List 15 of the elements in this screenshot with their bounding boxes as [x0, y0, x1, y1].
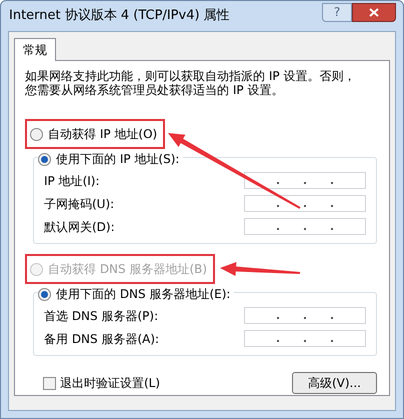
- help-button[interactable]: ?: [322, 2, 352, 22]
- radio-label: 自动获得 DNS 服务器地址(B): [48, 261, 208, 278]
- radio-label: 自动获得 IP 地址(O): [48, 126, 158, 143]
- description-text: 如果网络支持此功能，则可以获取自动指派的 IP 设置。否则，您需要从网络系统管理员处获得适当的 IP 设置。: [25, 69, 356, 97]
- checkbox-label: 退出时验证设置(L): [60, 375, 160, 392]
- advanced-button[interactable]: 高级(V)...: [292, 372, 377, 394]
- window-title: Internet 协议版本 4 (TCP/IPv4) 属性: [8, 7, 231, 26]
- field-label: 子网掩码(U):: [44, 196, 114, 212]
- field-label: 默认网关(D):: [44, 218, 115, 236]
- field-label: 首选 DNS 服务器(P):: [44, 308, 158, 324]
- field-label: IP 地址(I):: [44, 172, 100, 190]
- tab[interactable]: 常规: [14, 38, 56, 61]
- radio-label: 使用下面的 IP 地址(S):: [56, 151, 180, 168]
- radio-label: 使用下面的 DNS 服务器地址(E):: [56, 286, 230, 303]
- field-label: 备用 DNS 服务器(A):: [44, 330, 160, 348]
